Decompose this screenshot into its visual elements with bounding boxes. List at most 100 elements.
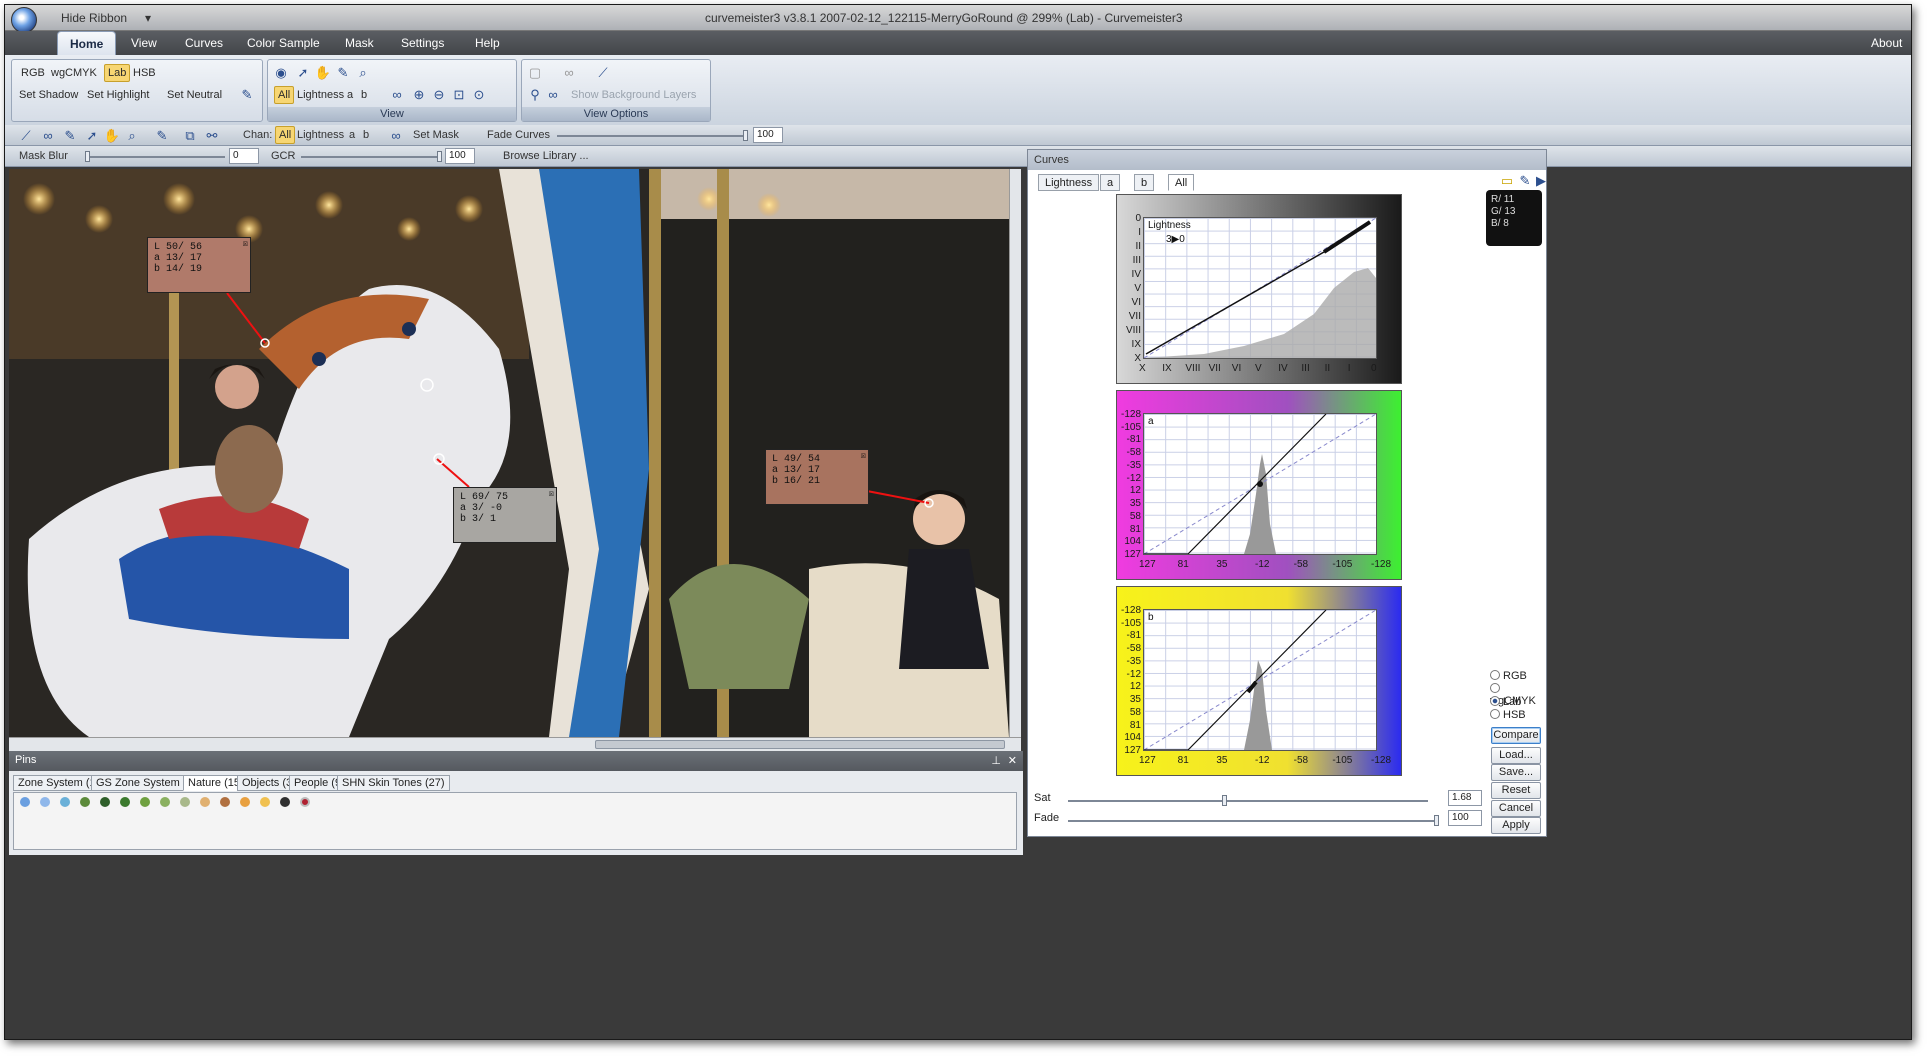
compare-button[interactable]: Compare [1491, 727, 1541, 744]
browse-library-button[interactable]: Browse Library ... [503, 150, 589, 162]
view-chan-all[interactable]: All [274, 86, 295, 104]
color-sample-box[interactable]: ☒ L 49/ 54 a 13/ 17 b 16/ 21 [765, 449, 869, 505]
scroll-thumb[interactable] [595, 740, 1005, 749]
zoom-in-icon[interactable]: ⊕ [410, 86, 428, 104]
mode-lab-button[interactable]: Lab [104, 64, 131, 82]
pin-icon[interactable] [40, 797, 50, 807]
eyedropper-icon[interactable]: ✎ [238, 86, 256, 104]
load-button[interactable]: Load... [1491, 747, 1541, 764]
slider-thumb[interactable] [85, 151, 90, 162]
chan-lightness[interactable]: Lightness [297, 129, 344, 141]
fade-slider[interactable] [1068, 815, 1439, 826]
gcr-slider[interactable] [301, 151, 442, 162]
chan-a[interactable]: a [349, 129, 355, 141]
lightness-curve-grid[interactable]: Lightness 3▶0 [1143, 217, 1377, 359]
mode-wgcmyk-button[interactable]: wgCMYK [48, 64, 100, 82]
set-neutral-button[interactable]: Set Neutral [164, 86, 225, 104]
mask-icon[interactable]: ∞ [387, 127, 405, 145]
b-curve-grid[interactable]: b [1143, 609, 1377, 751]
zoom-fit-icon[interactable]: ⊡ [450, 86, 468, 104]
pin-icon[interactable]: ⚲ [526, 86, 544, 104]
gcr-value[interactable]: 100 [445, 148, 475, 164]
hand-icon[interactable]: ✋ [314, 64, 332, 82]
arrow-pointer-icon[interactable]: ➚ [294, 64, 312, 82]
view-chan-lightness[interactable]: Lightness [294, 86, 347, 104]
chan-all[interactable]: All [275, 126, 296, 144]
pin-icon[interactable] [280, 797, 290, 807]
mode-radio-hsb[interactable]: HSB [1490, 709, 1526, 721]
pin-window-icon[interactable]: ⊥ [991, 754, 1001, 767]
curve-tool-icon[interactable]: ⟋ [17, 127, 35, 145]
a-curve-grid[interactable]: a [1143, 413, 1377, 555]
mask-icon[interactable]: ∞ [544, 86, 562, 104]
pin-icon[interactable] [180, 797, 190, 807]
chan-b[interactable]: b [363, 129, 369, 141]
pins-tab-shn-skin-tones[interactable]: SHN Skin Tones (27) [337, 775, 450, 791]
app-logo-icon[interactable] [11, 7, 37, 33]
mask-blur-value[interactable]: 0 [229, 148, 259, 164]
curve-icon[interactable]: ⟋ [594, 64, 612, 82]
pin-icon[interactable] [100, 797, 110, 807]
reset-button[interactable]: Reset [1491, 782, 1541, 799]
menu-settings[interactable]: Settings [401, 36, 444, 50]
fade-curves-slider[interactable] [557, 130, 748, 141]
show-background-layers-button[interactable]: Show Background Layers [568, 86, 699, 104]
copy-icon[interactable]: ⧉ [181, 127, 199, 145]
play-icon[interactable]: ▶ [1532, 172, 1550, 190]
zoom-out-icon[interactable]: ⊖ [430, 86, 448, 104]
slider-thumb[interactable] [743, 130, 748, 141]
pin-icon[interactable] [220, 797, 230, 807]
menu-help[interactable]: Help [475, 36, 500, 50]
pin-icon[interactable] [260, 797, 270, 807]
curves-tab-b[interactable]: b [1134, 174, 1155, 191]
sat-slider[interactable] [1068, 795, 1428, 806]
color-sample-box[interactable]: ☒ L 50/ 56 a 13/ 17 b 14/ 19 [147, 237, 251, 293]
set-mask-button[interactable]: Set Mask [413, 129, 459, 141]
zoom-icon[interactable]: ⌕ [123, 127, 141, 145]
curves-tab-lightness[interactable]: Lightness [1038, 174, 1100, 191]
menu-view[interactable]: View [131, 36, 157, 50]
apply-button[interactable]: Apply [1491, 817, 1541, 834]
curves-tab-all[interactable]: All [1168, 174, 1195, 191]
slider-thumb[interactable] [437, 151, 442, 162]
close-icon[interactable]: ✕ [1008, 754, 1017, 767]
curves-tab-a[interactable]: a [1100, 174, 1121, 191]
color-sample-box[interactable]: ☒ L 69/ 75 a 3/ -0 b 3/ 1 [453, 487, 557, 543]
slider-thumb[interactable] [1434, 815, 1439, 826]
fade-curves-value[interactable]: 100 [753, 127, 783, 143]
fade-value[interactable]: 100 [1448, 810, 1482, 826]
zoom-icon[interactable]: ⌕ [354, 64, 372, 82]
pin-icon[interactable] [140, 797, 150, 807]
menu-color-sample[interactable]: Color Sample [247, 36, 320, 50]
view-chan-a[interactable]: a [344, 86, 356, 104]
pin-icon[interactable] [160, 797, 170, 807]
pen-icon[interactable]: ✎ [61, 127, 79, 145]
vertical-scrollbar[interactable] [1009, 169, 1021, 737]
link-icon[interactable]: ⚯ [203, 127, 221, 145]
pin-icon[interactable] [240, 797, 250, 807]
mode-hsb-button[interactable]: HSB [130, 64, 159, 82]
mask-icon[interactable]: ∞ [388, 86, 406, 104]
save-button[interactable]: Save... [1491, 764, 1541, 781]
set-shadow-button[interactable]: Set Shadow [16, 86, 81, 104]
menu-mask[interactable]: Mask [345, 36, 374, 50]
eyedropper-icon[interactable]: ✎ [334, 64, 352, 82]
pin-icon[interactable] [80, 797, 90, 807]
mode-radio-rgb[interactable]: RGB [1490, 670, 1527, 682]
folder-icon[interactable]: ▭ [1498, 172, 1516, 190]
menu-curves[interactable]: Curves [185, 36, 223, 50]
mode-radio-lab[interactable]: Lab [1490, 696, 1521, 708]
pin-icon[interactable] [20, 797, 30, 807]
pin-icon[interactable] [120, 797, 130, 807]
sat-value[interactable]: 1.68 [1448, 790, 1482, 806]
cancel-button[interactable]: Cancel [1491, 800, 1541, 817]
close-icon[interactable]: ☒ [861, 451, 866, 462]
slider-thumb[interactable] [1222, 795, 1227, 806]
close-icon[interactable]: ☒ [549, 489, 554, 500]
close-icon[interactable]: ☒ [243, 239, 248, 250]
pin-icon[interactable] [300, 797, 310, 807]
mask-icon[interactable]: ∞ [560, 64, 578, 82]
zoom-actual-icon[interactable]: ⊙ [470, 86, 488, 104]
menu-about[interactable]: About [1871, 36, 1902, 50]
mask-blur-slider[interactable] [85, 151, 225, 162]
